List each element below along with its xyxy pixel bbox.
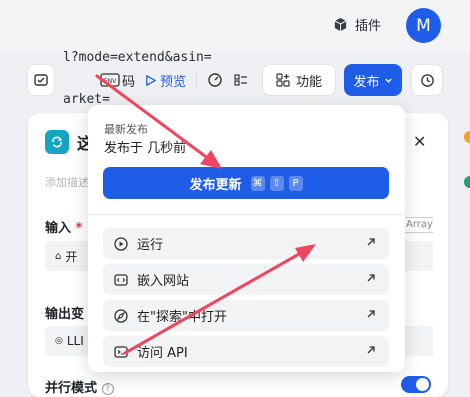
menu-item-label: 嵌入网站 <box>137 274 190 289</box>
edge-indicator <box>464 176 470 188</box>
output-variable-value: LLI <box>66 334 84 348</box>
function-label: 功能 <box>295 74 322 90</box>
shortcut-key: ⌘ <box>250 175 265 191</box>
publish-label: 发布 <box>353 74 380 90</box>
env-icon: ENV <box>100 73 120 87</box>
help-icon[interactable]: ? <box>101 382 114 395</box>
publish-button[interactable]: 发布 <box>344 64 402 96</box>
parallel-mode-label: 并行模式 ? <box>45 377 114 396</box>
avatar[interactable]: M <box>406 8 441 43</box>
list-check-icon[interactable] <box>233 72 249 88</box>
play-icon <box>146 74 157 86</box>
home-icon: ⌂ <box>55 250 62 262</box>
toolbar-group: ENV 码 预览 <box>100 66 249 94</box>
parallel-mode-toggle[interactable] <box>401 376 431 393</box>
shortcut-key: ⇧ <box>269 175 284 191</box>
output-variable-field-right <box>401 326 433 356</box>
function-button[interactable]: 功能 <box>262 64 336 96</box>
loop-icon <box>52 136 63 148</box>
plugin-button[interactable]: 插件 <box>333 15 381 34</box>
array-tag: Array <box>401 217 433 233</box>
shortcut-key: P <box>288 175 303 191</box>
top-bar <box>0 0 470 52</box>
published-time: 发布于 几秒前 <box>104 141 187 156</box>
close-icon[interactable]: ✕ <box>413 132 426 151</box>
embed-code-icon <box>114 273 128 286</box>
edge-indicator <box>464 131 470 143</box>
input-variable-field-right <box>401 241 433 271</box>
compass-icon <box>114 308 128 323</box>
toolbar-divider <box>196 72 198 88</box>
output-label: 输出变 <box>45 307 85 322</box>
url-text-line: l?mode=extend&asin= <box>63 50 212 65</box>
terminal-icon <box>114 345 128 358</box>
code-label: 码 <box>122 74 136 90</box>
input-variable-value: 开 <box>65 249 78 264</box>
plugin-label: 插件 <box>355 19 382 34</box>
arrow-up-right-icon <box>367 238 375 246</box>
arrow-up-right-icon <box>367 274 375 282</box>
parallel-mode-text: 并行模式 <box>45 381 98 396</box>
menu-item-label: 访问 API <box>137 346 188 361</box>
svg-text:ENV: ENV <box>104 78 117 85</box>
popup-divider <box>88 214 405 215</box>
cube-icon <box>334 17 347 32</box>
speedometer-icon[interactable] <box>207 72 223 88</box>
env-button[interactable]: ENV 码 <box>100 71 135 90</box>
menu-item-label: 运行 <box>137 238 164 253</box>
menu-item-open-in-explore[interactable]: 在"探索"中打开 <box>103 300 389 331</box>
latest-publish-title: 最新发布 <box>104 123 148 136</box>
history-icon <box>420 73 434 87</box>
preview-label: 预览 <box>160 74 187 90</box>
preview-button[interactable]: 预览 <box>145 71 186 90</box>
play-circle-icon <box>114 236 128 251</box>
required-marker: * <box>75 221 83 236</box>
menu-item-run[interactable]: 运行 <box>103 228 389 259</box>
menu-item-access-api[interactable]: 访问 API <box>103 336 389 367</box>
publish-update-button[interactable]: 发布更新 ⌘ ⇧ P <box>103 167 389 199</box>
node-type-icon <box>45 130 69 154</box>
history-button[interactable] <box>411 64 443 96</box>
node-description[interactable]: 添加描述 <box>45 174 89 190</box>
checklist-icon <box>34 74 48 86</box>
checklist-button[interactable] <box>27 64 55 96</box>
chevron-down-icon <box>384 78 392 83</box>
apps-icon <box>276 73 290 87</box>
llm-icon: ◎ <box>55 336 63 346</box>
arrow-up-right-icon <box>367 310 375 318</box>
publish-update-label: 发布更新 <box>189 177 242 193</box>
menu-item-label: 在"探索"中打开 <box>137 310 227 325</box>
input-label-text: 输入 <box>45 221 72 236</box>
menu-item-embed-website[interactable]: 嵌入网站 <box>103 264 389 295</box>
input-label: 输入 * <box>45 217 82 236</box>
arrow-up-right-icon <box>367 346 375 354</box>
